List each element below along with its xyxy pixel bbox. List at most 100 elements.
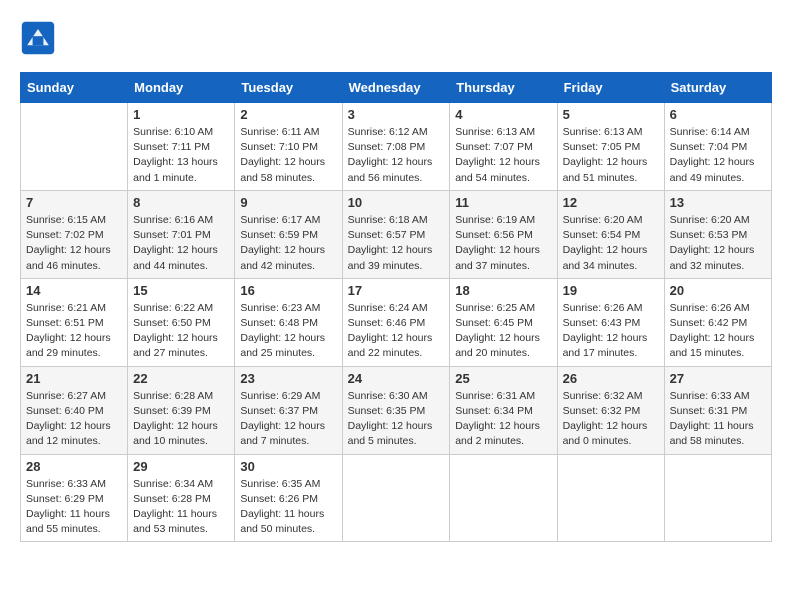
day-info: Sunrise: 6:15 AM Sunset: 7:02 PM Dayligh… <box>26 213 122 274</box>
day-number: 14 <box>26 283 122 298</box>
calendar-cell: 23 Sunrise: 6:29 AM Sunset: 6:37 PM Dayli… <box>235 366 342 454</box>
calendar-cell <box>557 454 664 542</box>
day-number: 21 <box>26 371 122 386</box>
day-info: Sunrise: 6:33 AM Sunset: 6:29 PM Dayligh… <box>26 477 122 538</box>
day-info: Sunrise: 6:33 AM Sunset: 6:31 PM Dayligh… <box>670 389 766 450</box>
calendar-cell: 3 Sunrise: 6:12 AM Sunset: 7:08 PM Daylig… <box>342 103 450 191</box>
day-number: 8 <box>133 195 229 210</box>
logo-icon <box>20 20 56 56</box>
day-number: 19 <box>563 283 659 298</box>
weekday-header-tuesday: Tuesday <box>235 73 342 103</box>
calendar-cell <box>21 103 128 191</box>
day-info: Sunrise: 6:31 AM Sunset: 6:34 PM Dayligh… <box>455 389 551 450</box>
day-number: 26 <box>563 371 659 386</box>
day-info: Sunrise: 6:35 AM Sunset: 6:26 PM Dayligh… <box>240 477 336 538</box>
day-number: 5 <box>563 107 659 122</box>
calendar-cell: 9 Sunrise: 6:17 AM Sunset: 6:59 PM Daylig… <box>235 190 342 278</box>
day-number: 23 <box>240 371 336 386</box>
calendar-cell: 14 Sunrise: 6:21 AM Sunset: 6:51 PM Dayli… <box>21 278 128 366</box>
calendar-week-row: 7 Sunrise: 6:15 AM Sunset: 7:02 PM Daylig… <box>21 190 772 278</box>
calendar-cell: 16Sunrise: 6:23 AM Sunset: 6:48 PM Dayli… <box>235 278 342 366</box>
day-info: Sunrise: 6:34 AM Sunset: 6:28 PM Dayligh… <box>133 477 229 538</box>
day-number: 28 <box>26 459 122 474</box>
day-number: 7 <box>26 195 122 210</box>
day-number: 16 <box>240 283 336 298</box>
calendar-cell: 24 Sunrise: 6:30 AM Sunset: 6:35 PM Dayli… <box>342 366 450 454</box>
day-number: 25 <box>455 371 551 386</box>
calendar-table: SundayMondayTuesdayWednesdayThursdayFrid… <box>20 72 772 542</box>
calendar-week-row: 1 Sunrise: 6:10 AM Sunset: 7:11 PM Daylig… <box>21 103 772 191</box>
day-number: 2 <box>240 107 336 122</box>
day-number: 9 <box>240 195 336 210</box>
calendar-cell: 7 Sunrise: 6:15 AM Sunset: 7:02 PM Daylig… <box>21 190 128 278</box>
day-number: 3 <box>348 107 445 122</box>
calendar-cell: 4 Sunrise: 6:13 AM Sunset: 7:07 PM Daylig… <box>450 103 557 191</box>
calendar-cell: 30 Sunrise: 6:35 AM Sunset: 6:26 PM Dayli… <box>235 454 342 542</box>
day-info: Sunrise: 6:32 AM Sunset: 6:32 PM Dayligh… <box>563 389 659 450</box>
day-info: Sunrise: 6:13 AM Sunset: 7:07 PM Dayligh… <box>455 125 551 186</box>
calendar-cell: 20 Sunrise: 6:26 AM Sunset: 6:42 PM Dayli… <box>664 278 771 366</box>
calendar-cell <box>342 454 450 542</box>
day-number: 10 <box>348 195 445 210</box>
calendar-cell <box>450 454 557 542</box>
calendar-cell: 12 Sunrise: 6:20 AM Sunset: 6:54 PM Dayli… <box>557 190 664 278</box>
day-number: 15 <box>133 283 229 298</box>
calendar-cell: 19 Sunrise: 6:26 AM Sunset: 6:43 PM Dayli… <box>557 278 664 366</box>
page-header <box>20 20 772 56</box>
day-number: 17 <box>348 283 445 298</box>
day-info: Sunrise: 6:12 AM Sunset: 7:08 PM Dayligh… <box>348 125 445 186</box>
day-info: Sunrise: 6:13 AM Sunset: 7:05 PM Dayligh… <box>563 125 659 186</box>
day-number: 22 <box>133 371 229 386</box>
calendar-cell: 27 Sunrise: 6:33 AM Sunset: 6:31 PM Dayli… <box>664 366 771 454</box>
calendar-cell: 17 Sunrise: 6:24 AM Sunset: 6:46 PM Dayli… <box>342 278 450 366</box>
calendar-week-row: 14 Sunrise: 6:21 AM Sunset: 6:51 PM Dayli… <box>21 278 772 366</box>
calendar-cell: 8 Sunrise: 6:16 AM Sunset: 7:01 PM Daylig… <box>128 190 235 278</box>
calendar-cell: 29 Sunrise: 6:34 AM Sunset: 6:28 PM Dayli… <box>128 454 235 542</box>
day-info: Sunrise: 6:28 AM Sunset: 6:39 PM Dayligh… <box>133 389 229 450</box>
day-number: 18 <box>455 283 551 298</box>
day-info: Sunrise: 6:18 AM Sunset: 6:57 PM Dayligh… <box>348 213 445 274</box>
calendar-cell: 26 Sunrise: 6:32 AM Sunset: 6:32 PM Dayli… <box>557 366 664 454</box>
day-number: 29 <box>133 459 229 474</box>
day-info: Sunrise: 6:30 AM Sunset: 6:35 PM Dayligh… <box>348 389 445 450</box>
calendar-cell: 15Sunrise: 6:22 AM Sunset: 6:50 PM Dayli… <box>128 278 235 366</box>
day-info: Sunrise: 6:25 AM Sunset: 6:45 PM Dayligh… <box>455 301 551 362</box>
day-info: Sunrise: 6:10 AM Sunset: 7:11 PM Dayligh… <box>133 125 229 186</box>
calendar-cell: 28 Sunrise: 6:33 AM Sunset: 6:29 PM Dayli… <box>21 454 128 542</box>
day-number: 20 <box>670 283 766 298</box>
day-number: 4 <box>455 107 551 122</box>
day-info: Sunrise: 6:11 AM Sunset: 7:10 PM Dayligh… <box>240 125 336 186</box>
day-info: Sunrise: 6:17 AM Sunset: 6:59 PM Dayligh… <box>240 213 336 274</box>
weekday-header-thursday: Thursday <box>450 73 557 103</box>
weekday-header-row: SundayMondayTuesdayWednesdayThursdayFrid… <box>21 73 772 103</box>
day-info: Sunrise: 6:29 AM Sunset: 6:37 PM Dayligh… <box>240 389 336 450</box>
weekday-header-monday: Monday <box>128 73 235 103</box>
calendar-cell: 13Sunrise: 6:20 AM Sunset: 6:53 PM Dayli… <box>664 190 771 278</box>
calendar-cell <box>664 454 771 542</box>
day-info: Sunrise: 6:26 AM Sunset: 6:43 PM Dayligh… <box>563 301 659 362</box>
day-info: Sunrise: 6:24 AM Sunset: 6:46 PM Dayligh… <box>348 301 445 362</box>
calendar-cell: 10 Sunrise: 6:18 AM Sunset: 6:57 PM Dayli… <box>342 190 450 278</box>
day-number: 24 <box>348 371 445 386</box>
calendar-cell: 6Sunrise: 6:14 AM Sunset: 7:04 PM Daylig… <box>664 103 771 191</box>
calendar-week-row: 21Sunrise: 6:27 AM Sunset: 6:40 PM Dayli… <box>21 366 772 454</box>
calendar-cell: 11Sunrise: 6:19 AM Sunset: 6:56 PM Dayli… <box>450 190 557 278</box>
calendar-week-row: 28 Sunrise: 6:33 AM Sunset: 6:29 PM Dayli… <box>21 454 772 542</box>
day-number: 30 <box>240 459 336 474</box>
day-info: Sunrise: 6:20 AM Sunset: 6:54 PM Dayligh… <box>563 213 659 274</box>
calendar-cell: 1 Sunrise: 6:10 AM Sunset: 7:11 PM Daylig… <box>128 103 235 191</box>
weekday-header-wednesday: Wednesday <box>342 73 450 103</box>
calendar-cell: 2 Sunrise: 6:11 AM Sunset: 7:10 PM Daylig… <box>235 103 342 191</box>
day-info: Sunrise: 6:21 AM Sunset: 6:51 PM Dayligh… <box>26 301 122 362</box>
weekday-header-saturday: Saturday <box>664 73 771 103</box>
calendar-cell: 5 Sunrise: 6:13 AM Sunset: 7:05 PM Daylig… <box>557 103 664 191</box>
day-info: Sunrise: 6:16 AM Sunset: 7:01 PM Dayligh… <box>133 213 229 274</box>
day-info: Sunrise: 6:26 AM Sunset: 6:42 PM Dayligh… <box>670 301 766 362</box>
day-number: 12 <box>563 195 659 210</box>
calendar-cell: 18 Sunrise: 6:25 AM Sunset: 6:45 PM Dayli… <box>450 278 557 366</box>
day-number: 6 <box>670 107 766 122</box>
calendar-cell: 22 Sunrise: 6:28 AM Sunset: 6:39 PM Dayli… <box>128 366 235 454</box>
day-number: 27 <box>670 371 766 386</box>
day-number: 13 <box>670 195 766 210</box>
day-number: 1 <box>133 107 229 122</box>
